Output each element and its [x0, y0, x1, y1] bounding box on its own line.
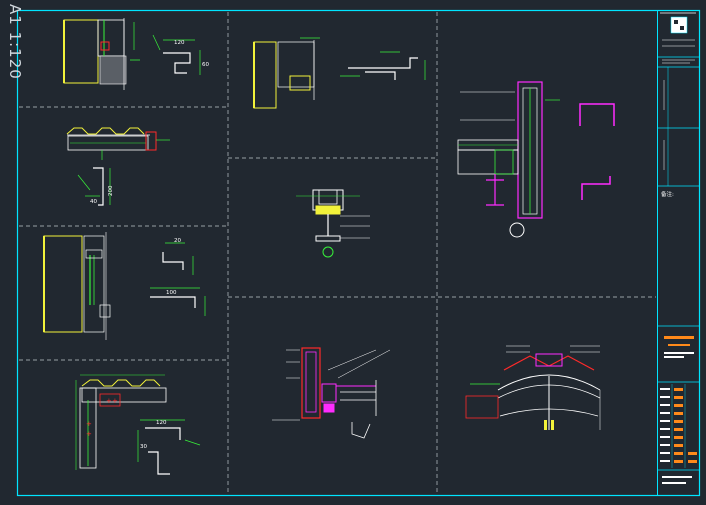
detail-wall-mid-left	[43, 232, 111, 340]
dim-text-60-a: 60	[202, 62, 209, 68]
panel-dividers	[19, 12, 656, 494]
cad-drawing-sheet: 120 60 200 40 100 20 + + + + 120 30 备注:	[16, 9, 701, 497]
detail-wall-top-left	[63, 18, 140, 90]
profile-flashing-e	[340, 51, 426, 80]
dim-text-120-d: 120	[156, 420, 167, 426]
detail-column-top-right	[457, 81, 560, 238]
detail-roof-panel	[66, 127, 170, 160]
dim-text-100-c: 100	[166, 290, 177, 296]
detail-corner-bottom-left: + + + +	[75, 374, 167, 470]
detail-wall-section-bottom	[272, 347, 391, 439]
dim-text-40-b: 40	[90, 199, 97, 205]
detail-ridge-bottom-right	[465, 345, 601, 430]
dim-text-200-b: 200	[108, 185, 114, 196]
svg-text:+: +	[112, 397, 118, 405]
profile-magenta-right	[579, 103, 615, 200]
detail-beam-joint	[296, 189, 370, 258]
dim-text-30-d: 30	[140, 444, 147, 450]
detail-wall-top-middle	[253, 37, 320, 109]
profile-flashing-mid	[150, 242, 206, 316]
dim-text-20-c: 20	[174, 238, 181, 244]
title-block	[657, 12, 700, 484]
dim-text-120-a: 120	[174, 40, 185, 46]
drawing-scale-label: A1 1:120	[6, 4, 24, 80]
title-block-note-label: 备注:	[661, 190, 674, 198]
svg-text:+: +	[86, 430, 92, 438]
svg-text:+: +	[86, 420, 92, 428]
profile-bracket-d	[137, 419, 201, 475]
